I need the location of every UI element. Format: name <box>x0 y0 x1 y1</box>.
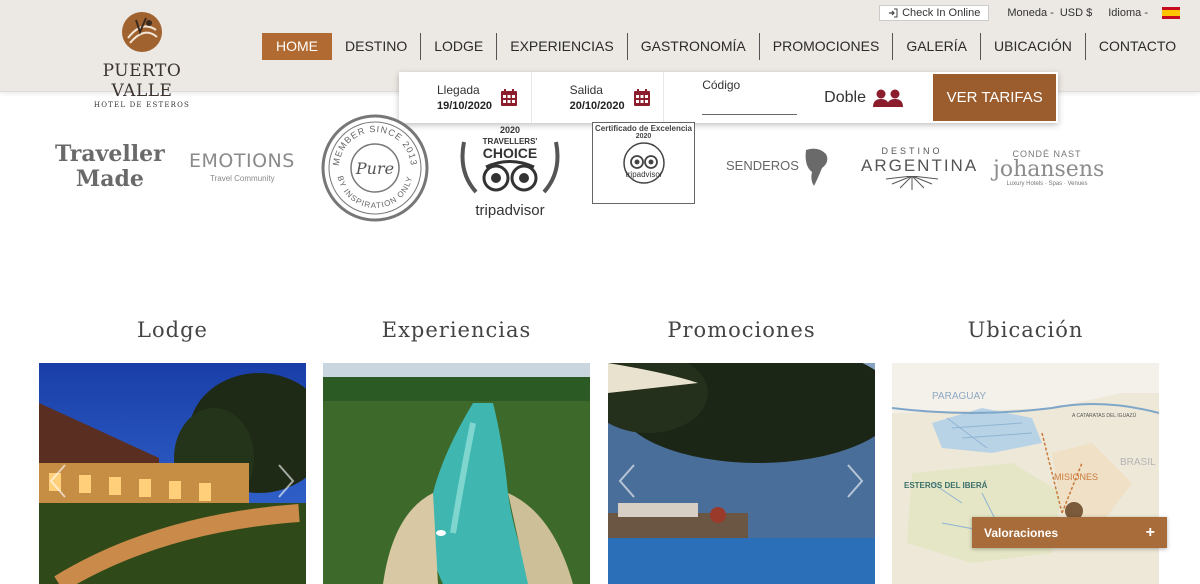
nav-item-destino[interactable]: DESTINO <box>332 33 422 60</box>
language-label: Idioma - <box>1108 7 1148 19</box>
ta-cert-year: 2020 <box>635 133 652 140</box>
river-aerial-photo <box>323 363 590 584</box>
check-in-online-button[interactable]: Check In Online <box>879 5 990 21</box>
conde-nast-johansens-logo[interactable]: CONDÉ NAST johansens Luxury Hotels · Spa… <box>993 149 1105 189</box>
expand-plus-icon[interactable]: + <box>1146 524 1155 542</box>
logo-emblem-icon <box>122 12 162 52</box>
carousel-prev-icon[interactable] <box>47 463 69 499</box>
departure-label: Salida <box>569 83 603 97</box>
ta-choice-line2: CHOICE <box>483 145 537 161</box>
reviews-widget-toggle[interactable]: Valoraciones + <box>972 517 1167 548</box>
senderos-logo[interactable]: SENDEROS <box>726 144 832 188</box>
lodge-photo <box>39 363 306 584</box>
experiencias-image[interactable] <box>323 363 590 584</box>
nav-item-lodge[interactable]: LODGE <box>421 33 498 60</box>
logo-name: PUERTO VALLE <box>102 61 182 101</box>
nav-item-galeria[interactable]: GALERÍA <box>893 33 982 60</box>
pool-photo <box>608 363 875 584</box>
destino-argentina-logo[interactable]: DESTINO ARGENTINA <box>861 146 979 194</box>
ta-choice-brand: tripadvisor <box>475 202 544 219</box>
sun-rays-icon <box>885 175 939 190</box>
conde-main-text: johansens <box>993 157 1105 182</box>
carousel-prev-icon[interactable] <box>616 463 638 499</box>
arrival-label: Llegada <box>437 83 480 97</box>
room-type-value: Doble <box>824 88 866 106</box>
section-title-ubicacion[interactable]: Ubicación <box>892 318 1159 342</box>
traveller-made-line2: Made <box>75 166 144 192</box>
map-label-misiones: MISIONES <box>1054 472 1098 482</box>
pure-center-text: Pure <box>355 159 394 178</box>
promociones-image-carousel[interactable] <box>608 363 875 584</box>
departure-date-field[interactable]: Salida 20/10/2020 <box>532 72 665 123</box>
room-type-select[interactable]: Doble <box>797 72 932 123</box>
promo-code-label: Código <box>702 78 741 92</box>
nav-item-ubicacion[interactable]: UBICACIÓN <box>981 33 1086 60</box>
tripadvisor-certificate-badge[interactable]: Certificado de Excelencia 2020 tripadvis… <box>592 122 695 204</box>
traveller-made-logo[interactable]: Traveller Made <box>55 142 165 192</box>
check-in-label: Check In Online <box>902 7 981 19</box>
calendar-icon[interactable] <box>633 89 650 106</box>
arrival-value: 19/10/2020 <box>437 100 493 112</box>
conde-sub-text: Luxury Hotels · Spas · Venues <box>1006 181 1088 187</box>
traveller-made-line1: Traveller <box>55 141 165 167</box>
map-label-brasil: BRASIL <box>1120 457 1156 468</box>
senderos-text: SENDEROS <box>726 158 799 173</box>
section-title-lodge[interactable]: Lodge <box>39 318 306 342</box>
booking-widget: Llegada 19/10/2020 Salida 20/10/2020 Cód… <box>399 72 1058 123</box>
tripadvisor-travellers-choice-badge[interactable]: 2020 TRAVELLERS' CHOICE tripadvisor <box>456 122 564 220</box>
currency-select[interactable]: USD $ <box>1060 7 1092 19</box>
nav-item-home[interactable]: HOME <box>262 33 332 60</box>
ta-cert-brand: tripadvisor <box>625 170 662 179</box>
argentina-main-text: ARGENTINA <box>861 156 979 175</box>
main-navigation: HOME DESTINO LODGE EXPERIENCIAS GASTRONO… <box>262 33 1189 60</box>
map-label-paraguay: PARAGUAY <box>932 391 986 402</box>
pure-member-badge[interactable]: MEMBER SINCE 2013 BY INSPIRATION ONLY Pu… <box>321 114 429 222</box>
sign-in-icon <box>889 8 898 18</box>
currency-label: Moneda - <box>1007 7 1054 19</box>
ta-choice-year: 2020 <box>500 125 520 135</box>
ta-cert-title: Certificado de Excelencia <box>595 124 692 133</box>
lodge-image-carousel[interactable] <box>39 363 306 584</box>
emotions-logo[interactable]: EMOTIONS <box>189 150 295 172</box>
emotions-subtitle: Travel Community <box>210 174 275 183</box>
ubicacion-map[interactable]: PARAGUAY ESTEROS DEL IBERÁ MISIONES BRAS… <box>892 363 1159 584</box>
map-label-esteros: ESTEROS DEL IBERÁ <box>904 481 988 490</box>
awards-strip: Traveller Made EMOTIONS Travel Community… <box>0 114 1200 225</box>
promo-code-input[interactable] <box>702 114 797 115</box>
reviews-widget-label: Valoraciones <box>984 525 1059 540</box>
view-rates-button[interactable]: VER TARIFAS <box>933 74 1056 121</box>
tripadvisor-owl-icon: tripadvisor <box>622 142 665 184</box>
argentina-top-text: DESTINO <box>881 146 943 156</box>
section-title-experiencias[interactable]: Experiencias <box>323 318 590 342</box>
promo-code-field[interactable]: Código <box>664 72 797 123</box>
spain-flag-icon[interactable] <box>1162 7 1180 19</box>
departure-value: 20/10/2020 <box>569 100 625 112</box>
nav-item-experiencias[interactable]: EXPERIENCIAS <box>497 33 628 60</box>
logo-subtitle: HOTEL DE ESTEROS <box>93 101 191 109</box>
top-utility-bar: Check In Online Moneda - USD $ Idioma - <box>879 4 1180 22</box>
carousel-next-icon[interactable] <box>275 463 297 499</box>
nav-item-contacto[interactable]: CONTACTO <box>1086 33 1189 60</box>
map-label-cataratas: A CATARATAS DEL IGUAZÚ <box>1072 412 1137 419</box>
nav-item-promociones[interactable]: PROMOCIONES <box>760 33 894 60</box>
carousel-next-icon[interactable] <box>844 463 866 499</box>
calendar-icon[interactable] <box>501 89 517 106</box>
section-title-promociones[interactable]: Promociones <box>608 318 875 342</box>
location-map: PARAGUAY ESTEROS DEL IBERÁ MISIONES BRAS… <box>892 363 1159 584</box>
guests-icon <box>872 89 903 107</box>
nav-item-gastronomia[interactable]: GASTRONOMÍA <box>628 33 760 60</box>
hotel-logo[interactable]: PUERTO VALLE HOTEL DE ESTEROS <box>76 10 208 109</box>
